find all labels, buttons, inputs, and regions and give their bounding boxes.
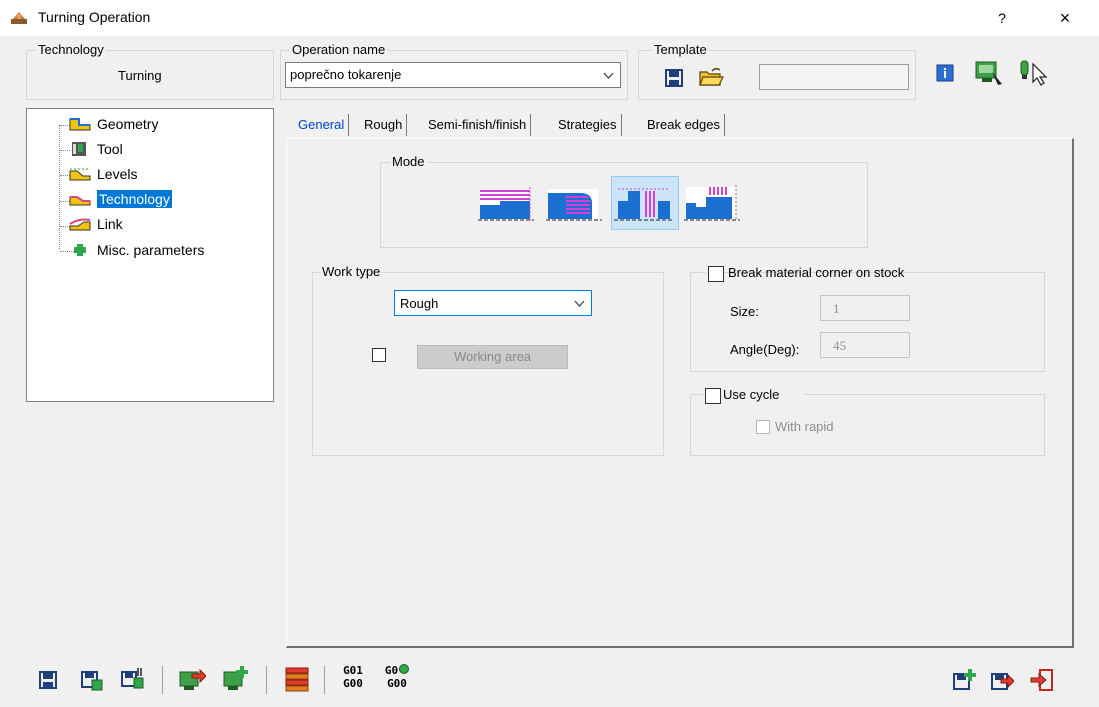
window-title: Turning Operation — [38, 9, 151, 25]
tree-item-label: Technology — [97, 190, 172, 208]
gcode-g01-top: G01 — [343, 664, 363, 677]
work-type-label: Work type — [320, 264, 383, 279]
use-cycle-checkbox[interactable] — [705, 388, 721, 404]
break-corner-checkbox[interactable] — [708, 266, 724, 282]
operation-name-label: Operation name — [290, 42, 388, 57]
add-machine-icon[interactable] — [222, 664, 250, 692]
working-area-checkbox[interactable] — [372, 348, 386, 362]
mode-facing-icon[interactable] — [478, 183, 534, 223]
close-button[interactable]: × — [1050, 6, 1080, 30]
size-value: 1 — [833, 301, 840, 316]
with-rapid-checkbox[interactable] — [756, 420, 770, 434]
exit-icon[interactable] — [1030, 668, 1054, 692]
work-type-value: Rough — [400, 296, 439, 311]
mode-grooving-icon[interactable] — [684, 183, 740, 223]
tree-item-link[interactable]: Link — [69, 214, 125, 234]
geometry-icon — [69, 118, 91, 131]
export-machine-icon[interactable] — [178, 666, 206, 692]
tree-item-label: Levels — [97, 166, 138, 182]
template-name-field[interactable] — [759, 64, 909, 90]
tree-item-technology[interactable]: Technology — [69, 189, 174, 209]
tab-semi-finish-finish[interactable]: Semi-finish/finish — [424, 114, 532, 136]
save-and-next-icon[interactable] — [990, 668, 1014, 692]
tool-icon — [72, 142, 86, 156]
mode-longitudinal-icon[interactable] — [614, 183, 674, 223]
break-corner-label: Break material corner on stock — [728, 265, 905, 280]
tree-item-label: Misc. parameters — [97, 242, 205, 258]
technology-value: Turning — [118, 68, 162, 83]
tree-item-label: Link — [97, 216, 123, 232]
parameters-tree[interactable]: Geometry Tool Levels Technology Link Mis… — [26, 108, 274, 402]
use-cycle-label: Use cycle — [723, 387, 780, 402]
save-icon[interactable] — [38, 670, 58, 690]
save-template-icon[interactable] — [664, 68, 684, 88]
toolbar-separator — [162, 666, 163, 694]
gcode-g01-button[interactable]: G01 G00 — [338, 664, 368, 694]
mode-label: Mode — [390, 154, 427, 169]
size-field[interactable]: 1 — [820, 295, 910, 321]
mode-face-profile-icon[interactable] — [546, 183, 602, 223]
open-folder-icon[interactable] — [698, 66, 724, 88]
chevron-down-icon — [603, 72, 614, 79]
template-group-label: Template — [652, 42, 709, 57]
tab-break-edges[interactable]: Break edges — [643, 114, 725, 136]
new-operation-icon[interactable] — [952, 668, 976, 692]
save-as-icon[interactable] — [80, 668, 104, 692]
tree-item-tool[interactable]: Tool — [69, 139, 125, 159]
angle-value: 45 — [833, 338, 846, 353]
machine-simulation-icon[interactable] — [974, 58, 1004, 86]
link-icon — [69, 218, 91, 231]
tab-strip: General Rough Semi-finish/finish Strateg… — [286, 114, 756, 138]
working-area-button[interactable]: Working area — [417, 345, 568, 369]
toolbar-separator — [266, 666, 267, 694]
with-rapid-label: With rapid — [775, 419, 834, 434]
tree-item-levels[interactable]: Levels — [69, 164, 139, 184]
break-corner-header: Break material corner on stock — [706, 264, 904, 282]
gcode-g01-bottom: G00 — [343, 677, 363, 690]
technology-icon — [69, 196, 91, 206]
gcode-g0-bottom: G00 — [387, 677, 407, 690]
plus-icon — [74, 244, 86, 256]
tree-item-label: Geometry — [97, 116, 159, 132]
help-button[interactable]: ? — [990, 6, 1014, 30]
stock-layers-icon[interactable] — [284, 664, 310, 692]
save-all-icon[interactable] — [120, 666, 144, 690]
gcode-g0-top: G0 — [380, 664, 414, 677]
levels-icon — [69, 168, 91, 181]
tree-item-label: Tool — [97, 141, 123, 157]
tree-item-misc-parameters[interactable]: Misc. parameters — [69, 240, 206, 260]
operation-name-value: poprečno tokarenje — [290, 67, 402, 82]
angle-field[interactable]: 45 — [820, 332, 910, 358]
app-icon — [11, 12, 27, 24]
title-bar — [0, 0, 1099, 36]
technology-group-label: Technology — [36, 42, 106, 57]
tab-strategies[interactable]: Strategies — [554, 114, 622, 136]
size-label: Size: — [730, 304, 759, 319]
gcode-g00-button[interactable]: G0 G00 — [380, 664, 414, 694]
select-cursor-icon[interactable] — [1018, 58, 1052, 86]
operation-name-combo[interactable]: poprečno tokarenje — [285, 62, 621, 88]
tree-item-geometry[interactable]: Geometry — [69, 114, 160, 134]
tab-general[interactable]: General — [294, 114, 350, 136]
tab-rough[interactable]: Rough — [360, 114, 408, 136]
work-type-combo[interactable]: Rough — [394, 290, 592, 316]
use-cycle-header: Use cycle — [703, 386, 803, 404]
chevron-down-icon — [574, 300, 585, 307]
info-icon[interactable] — [936, 64, 954, 82]
gcode-circle-icon — [399, 664, 410, 674]
angle-label: Angle(Deg): — [730, 342, 800, 357]
toolbar-separator — [324, 666, 325, 694]
